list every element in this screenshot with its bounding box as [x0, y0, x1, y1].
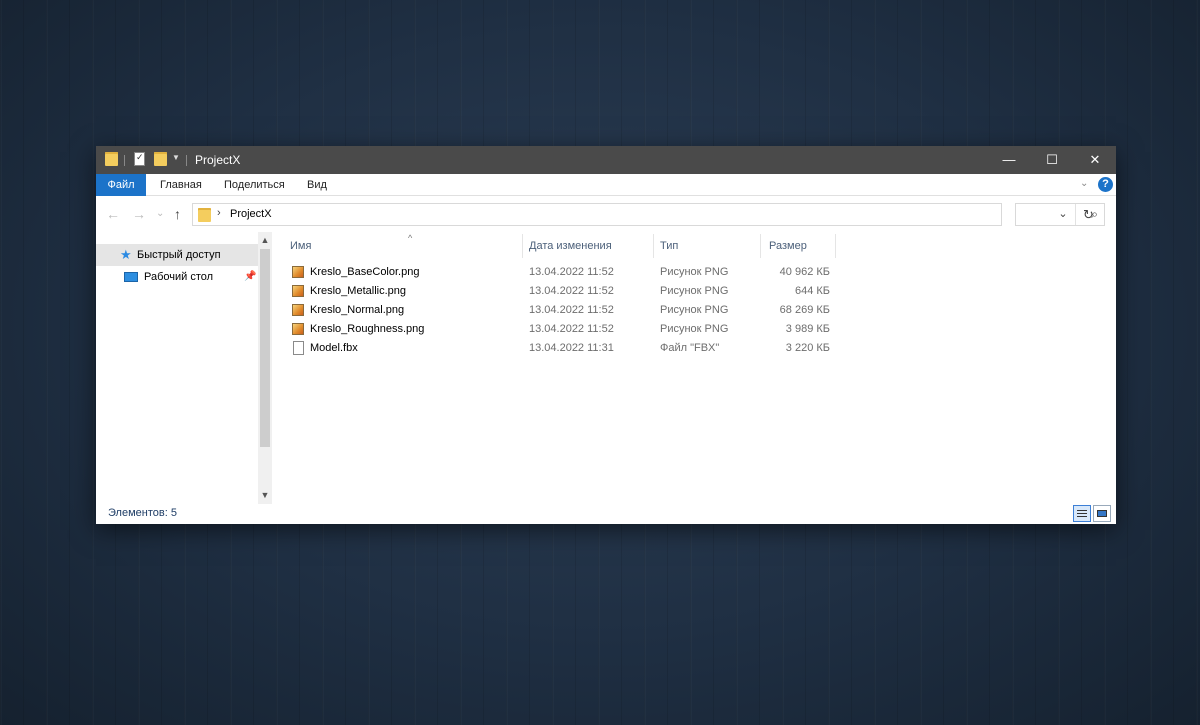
large-icons-view-button[interactable] — [1093, 505, 1111, 522]
file-date: 13.04.2022 11:52 — [529, 266, 614, 278]
file-list: ^ Имя Дата изменения Тип Размер Kreslo_B… — [280, 232, 1116, 504]
column-divider[interactable] — [835, 234, 836, 258]
file-name: Kreslo_Roughness.png — [310, 323, 425, 335]
minimize-button[interactable]: — — [986, 146, 1032, 174]
file-size: 3 220 КБ — [785, 342, 830, 354]
title-bar[interactable]: ▼ ProjectX — ☐ ✕ — [96, 146, 1116, 174]
column-header-date[interactable]: Дата изменения — [529, 232, 653, 262]
file-type: Рисунок PNG — [660, 323, 729, 335]
scroll-up-icon[interactable]: ▲ — [258, 235, 272, 245]
column-header-label: Имя — [290, 240, 312, 252]
tab-home[interactable]: Главная — [160, 174, 202, 196]
column-divider[interactable] — [522, 234, 523, 258]
explorer-window: ▼ ProjectX — ☐ ✕ Файл Главная Поделиться… — [96, 146, 1116, 524]
file-date: 13.04.2022 11:52 — [529, 304, 614, 316]
file-name: Model.fbx — [310, 342, 358, 354]
tab-file[interactable]: Файл — [96, 174, 146, 196]
details-view-icon — [1077, 510, 1087, 511]
nav-item-label: Рабочий стол — [144, 271, 214, 283]
file-row-model-fbx[interactable]: Model.fbx 13.04.2022 11:31 Файл "FBX" 3 … — [280, 339, 840, 358]
close-button[interactable]: ✕ — [1072, 146, 1118, 174]
column-header-type[interactable]: Тип — [660, 232, 760, 262]
file-row-kreslo-roughness[interactable]: Kreslo_Roughness.png 13.04.2022 11:52 Ри… — [280, 320, 840, 339]
file-date: 13.04.2022 11:52 — [529, 285, 614, 297]
expand-ribbon-chevron-icon[interactable]: ⌄ — [1080, 178, 1088, 189]
file-size: 40 962 КБ — [779, 266, 830, 278]
folder-icon — [105, 152, 118, 166]
folder-icon — [198, 208, 211, 222]
maximize-button[interactable]: ☐ — [1029, 146, 1075, 174]
column-divider[interactable] — [760, 234, 761, 258]
file-date: 13.04.2022 11:31 — [529, 342, 614, 354]
up-button[interactable]: ↑ — [174, 206, 181, 222]
details-view-button[interactable] — [1073, 505, 1091, 522]
file-size: 644 КБ — [794, 285, 830, 297]
tab-view[interactable]: Вид — [307, 174, 327, 196]
help-button[interactable]: ? — [1098, 177, 1113, 192]
file-type: Рисунок PNG — [660, 304, 729, 316]
column-header-size[interactable]: Размер — [769, 232, 835, 262]
breadcrumb-chevron-icon[interactable]: › — [217, 207, 221, 219]
png-image-icon — [292, 304, 304, 316]
divider — [124, 155, 125, 166]
file-name: Kreslo_BaseColor.png — [310, 266, 420, 278]
file-type: Файл "FBX" — [660, 342, 720, 354]
breadcrumb-projectx[interactable]: ProjectX — [230, 208, 272, 220]
navpane-scrollbar[interactable]: ▲ ▼ — [258, 232, 272, 504]
back-button[interactable]: ← — [106, 206, 120, 222]
file-type: Рисунок PNG — [660, 285, 729, 297]
details-view-icon — [1077, 513, 1087, 514]
png-image-icon — [292, 285, 304, 297]
new-folder-icon[interactable] — [154, 152, 167, 166]
scroll-down-icon[interactable]: ▼ — [258, 490, 272, 500]
file-row-kreslo-normal[interactable]: Kreslo_Normal.png 13.04.2022 11:52 Рисун… — [280, 301, 840, 320]
png-image-icon — [292, 323, 304, 335]
desktop-icon — [124, 272, 138, 282]
nav-item-desktop[interactable]: Рабочий стол 📌 — [96, 266, 258, 288]
tab-share[interactable]: Поделиться — [224, 174, 285, 196]
column-divider[interactable] — [653, 234, 654, 258]
file-name: Kreslo_Metallic.png — [310, 285, 406, 297]
png-image-icon — [292, 266, 304, 278]
scroll-thumb[interactable] — [260, 249, 270, 447]
nav-item-quick-access[interactable]: ★ Быстрый доступ — [96, 244, 258, 266]
file-name: Kreslo_Normal.png — [310, 304, 405, 316]
nav-item-label: Быстрый доступ — [137, 249, 221, 261]
address-bar[interactable]: › ProjectX ⌄ ↻ — [192, 203, 1094, 226]
file-type: Рисунок PNG — [660, 266, 729, 278]
search-icon: ⌕ — [1091, 207, 1098, 221]
star-icon: ★ — [120, 247, 132, 262]
file-icon — [293, 341, 304, 355]
navigation-bar: ← → ⌄ ↑ › ProjectX ⌄ ↻ ⌕ — [96, 196, 1116, 232]
large-icons-view-icon — [1097, 510, 1107, 517]
navigation-pane: ★ Быстрый доступ Рабочий стол 📌 ▲ ▼ — [96, 232, 272, 504]
pin-icon[interactable]: 📌 — [244, 266, 256, 288]
divider — [186, 155, 187, 166]
recent-locations-button[interactable]: ⌄ — [156, 208, 164, 219]
file-row-kreslo-metallic[interactable]: Kreslo_Metallic.png 13.04.2022 11:52 Рис… — [280, 282, 840, 301]
column-header-name[interactable]: ^ Имя — [290, 232, 522, 262]
details-view-icon — [1077, 516, 1087, 517]
window-title: ProjectX — [195, 153, 241, 167]
search-input[interactable]: ⌕ — [1015, 203, 1105, 226]
file-date: 13.04.2022 11:52 — [529, 323, 614, 335]
ribbon-tabs: Файл Главная Поделиться Вид ⌄ ? — [96, 174, 1116, 196]
customize-toolbar-chevron-icon[interactable]: ▼ — [172, 153, 180, 162]
item-count: Элементов: 5 — [108, 507, 177, 519]
status-bar: Элементов: 5 — [96, 504, 1116, 524]
sort-ascending-icon: ^ — [408, 233, 413, 243]
file-size: 3 989 КБ — [785, 323, 830, 335]
forward-button[interactable]: → — [132, 206, 146, 222]
file-size: 68 269 КБ — [779, 304, 830, 316]
file-row-kreslo-basecolor[interactable]: Kreslo_BaseColor.png 13.04.2022 11:52 Ри… — [280, 263, 840, 282]
properties-icon[interactable] — [134, 152, 145, 166]
